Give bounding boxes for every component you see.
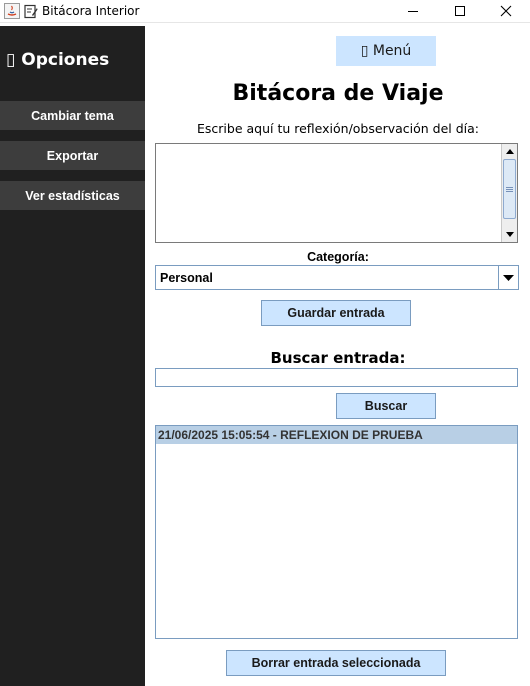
- search-button[interactable]: Buscar: [336, 393, 436, 419]
- menu-button-label: Menú: [372, 43, 412, 59]
- entries-list[interactable]: 21/06/2025 15:05:54 - REFLEXION DE PRUEB…: [155, 425, 518, 639]
- window-title: Bitácora Interior: [42, 4, 140, 18]
- search-label: Buscar entrada:: [270, 349, 406, 367]
- textarea-scrollbar[interactable]: [501, 144, 517, 242]
- scroll-up-button[interactable]: [502, 144, 517, 159]
- close-icon: [500, 5, 512, 17]
- maximize-icon: [455, 6, 465, 16]
- scroll-thumb[interactable]: [503, 159, 516, 219]
- grip-icon: [506, 186, 513, 192]
- minimize-button[interactable]: [390, 0, 436, 22]
- menu-icon: ▯: [360, 43, 369, 59]
- change-theme-button[interactable]: Cambiar tema: [0, 101, 145, 130]
- page-title: Bitácora de Viaje: [232, 81, 444, 106]
- scroll-down-button[interactable]: [502, 227, 517, 242]
- close-button[interactable]: [483, 0, 529, 22]
- export-button[interactable]: Exportar: [0, 141, 145, 170]
- reflection-prompt-label: Escribe aquí tu reflexión/observación de…: [196, 121, 480, 136]
- category-label: Categoría:: [307, 250, 369, 264]
- sidebar: ▯ Opciones Cambiar tema Exportar Ver est…: [0, 26, 145, 686]
- arrow-up-icon: [505, 149, 514, 154]
- statistics-button[interactable]: Ver estadísticas: [0, 181, 145, 210]
- category-dropdown-button[interactable]: [498, 266, 518, 289]
- options-icon: ▯: [6, 50, 16, 70]
- window-titlebar: Bitácora Interior: [0, 0, 530, 23]
- chevron-down-icon: [503, 274, 514, 281]
- search-input[interactable]: [155, 368, 518, 387]
- sidebar-title-text: Opciones: [21, 50, 110, 70]
- notebook-icon: [24, 4, 38, 19]
- menu-button[interactable]: ▯ Menú: [336, 36, 436, 66]
- maximize-button[interactable]: [437, 0, 483, 22]
- list-item[interactable]: 21/06/2025 15:05:54 - REFLEXION DE PRUEB…: [156, 426, 517, 444]
- arrow-down-icon: [505, 232, 514, 237]
- category-select[interactable]: Personal: [155, 265, 519, 290]
- sidebar-title: ▯ Opciones: [6, 49, 109, 71]
- save-entry-button[interactable]: Guardar entrada: [261, 300, 411, 326]
- minimize-icon: [408, 11, 418, 12]
- category-selected-value: Personal: [160, 271, 213, 285]
- delete-entry-button[interactable]: Borrar entrada seleccionada: [226, 650, 446, 676]
- java-icon: [4, 3, 20, 19]
- reflection-textarea[interactable]: [155, 143, 518, 243]
